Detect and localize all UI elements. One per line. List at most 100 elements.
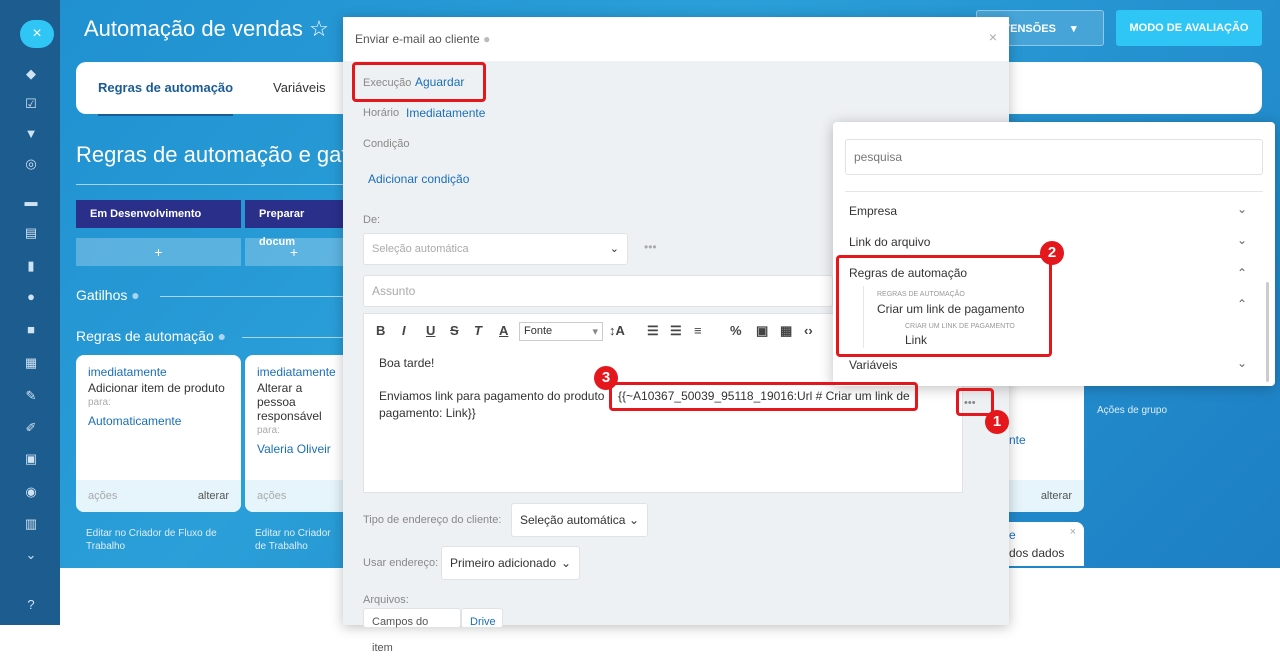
more-icon[interactable]: ••• [644,240,657,254]
picker-item-variables[interactable]: Variáveis [849,358,897,372]
calendar-icon[interactable]: ▣ [24,452,38,466]
left-sidebar: × ◆ ☑ ▼ ◎ ▬ ▤ ▮ ● ■ ▦ ✎ ✐ ▣ ◉ ▥ ⌄ ? [0,0,60,625]
text-color-icon[interactable]: A [499,323,508,338]
contacts-icon[interactable]: ▤ [24,226,38,240]
picker-item-file-link[interactable]: Link do arquivo [849,235,930,249]
funnel-icon[interactable]: ▼ [24,127,38,141]
chevron-up-icon[interactable]: ⌃ [1237,297,1247,311]
strikethrough-icon[interactable]: S [450,323,459,338]
from-select[interactable]: Seleção automática ⌄ [363,233,628,265]
from-label: De: [363,214,381,226]
add-rule-button[interactable]: + [76,238,241,266]
annotation-box-execution [352,62,486,102]
edit-link[interactable]: alterar [1041,490,1072,502]
clear-format-icon[interactable]: T [474,323,482,338]
tasks-icon[interactable]: ☑ [24,97,38,111]
card-target: Valeria Oliveira F [257,442,331,456]
stage-in-development[interactable]: Em Desenvolvimento [76,200,241,228]
files-label: Arquivos: [363,594,409,606]
group-actions-label[interactable]: Ações de grupo [1097,404,1167,417]
add-condition-link[interactable]: Adicionar condição [368,172,469,186]
font-select[interactable]: Fonte ▾ [519,322,603,341]
italic-icon[interactable]: I [402,323,406,338]
stage-prepare-docs[interactable]: Preparar docum [245,200,343,248]
use-address-select[interactable]: Primeiro adicionado ⌄ [441,546,580,580]
help-icon[interactable]: ● [483,32,490,46]
card-target: Automaticamente [88,414,182,428]
rule-card[interactable]: imediatamente Adicionar item de produto … [76,355,241,512]
chevron-down-icon[interactable]: ⌄ [1237,356,1247,370]
close-icon[interactable]: × [989,29,997,45]
box-icon[interactable]: ■ [24,323,38,337]
card-timing: imediatamente [257,365,336,379]
time-label: Horário [363,107,400,119]
analytics-icon[interactable]: ▮ [24,259,38,273]
annotation-box-token [609,382,918,411]
rules-label: Regras de automação ● [76,328,227,344]
search-input[interactable]: pesquisa [845,139,1263,175]
image-icon[interactable]: ▣ [756,323,768,339]
circle-icon[interactable]: ◉ [24,485,38,499]
use-address-label: Usar endereço: [363,557,439,569]
link-icon[interactable]: % [730,323,742,338]
divider [160,296,343,297]
star-icon[interactable]: ☆ [309,16,329,41]
close-icon[interactable]: × [1070,526,1076,538]
chevron-up-icon[interactable]: ⌃ [1237,266,1247,280]
bank-icon[interactable]: ▦ [24,356,38,370]
target-icon[interactable]: ◎ [24,157,38,171]
close-slider-button[interactable]: × [20,20,54,48]
chevron-down-icon[interactable]: ⌄ [1237,202,1247,216]
edit-link[interactable]: alterar [198,490,229,502]
rule-card[interactable]: imediatamente Alterar a pessoa responsáv… [245,355,343,512]
help-icon[interactable]: ? [24,598,38,612]
card-footer: alterar [1009,480,1084,512]
edit-in-workflow-link[interactable]: Editar no Criador de Trabalho [255,527,343,553]
bold-icon[interactable]: B [376,323,385,338]
chevron-down-icon: ⌄ [609,243,619,255]
font-size-icon[interactable]: ↕A [609,323,625,338]
crm-icon[interactable]: ◆ [24,67,38,81]
picker-item-company[interactable]: Empresa [849,204,897,218]
edit-in-workflow-link[interactable]: Editar no Criador de Fluxo de Trabalho [86,527,236,553]
sign-icon[interactable]: ✎ [24,389,38,403]
chevron-down-icon[interactable]: ⌄ [1237,233,1247,247]
card-for-label: para: [257,425,280,436]
tab-automation-rules[interactable]: Regras de automação [98,80,234,116]
body-text: Enviamos link para pagamento do produto [379,389,605,403]
scrollbar[interactable] [1266,282,1269,382]
card-target: nte [1009,433,1026,447]
align-icon[interactable]: ≡ [694,323,702,338]
tab-variables[interactable]: Variáveis [273,80,326,95]
edit-doc-icon[interactable]: ✐ [24,421,38,435]
card-action: Adicionar item de produto [88,381,225,395]
subject-input[interactable]: Assunto [363,275,833,307]
divider [76,184,343,185]
dialog-title: Enviar e-mail ao cliente ● [355,32,491,46]
files-tab-item-fields[interactable]: Campos do item [363,608,461,654]
time-value[interactable]: Imediatamente [406,106,485,120]
evaluation-mode-button[interactable]: MODO DE AVALIAÇÃO [1116,10,1262,46]
triggers-label: Gatilhos ● [76,287,140,303]
chevron-down-icon: ▾ [592,326,598,338]
apps-icon[interactable]: ▥ [24,517,38,531]
chevron-down-icon: ⌄ [560,556,571,570]
help-icon[interactable]: ● [131,287,139,303]
underline-icon[interactable]: U [426,323,435,338]
address-type-select[interactable]: Seleção automática ⌄ [511,503,648,537]
dialog-header: Enviar e-mail ao cliente ● × [343,17,1009,61]
code-icon[interactable]: ‹› [804,323,813,338]
bullet-list-icon[interactable]: ☰ [670,323,682,339]
greeting-text: Boa tarde! [379,356,435,370]
add-rule-button[interactable]: + [245,238,343,266]
payment-link-token-cont: pagamento: Link}} [379,406,476,420]
cart-icon[interactable]: ▬ [24,195,38,209]
table-icon[interactable]: ▦ [780,323,792,339]
card-for-label: para: [88,397,111,408]
robot-icon[interactable]: ● [24,290,38,304]
files-tab-drive[interactable]: Drive [461,608,503,628]
chevron-down-icon[interactable]: ⌄ [24,548,38,562]
help-icon[interactable]: ● [218,328,226,344]
numbered-list-icon[interactable]: ☰ [647,323,659,339]
rule-card-partial[interactable]: e × dos dados [1009,522,1084,566]
